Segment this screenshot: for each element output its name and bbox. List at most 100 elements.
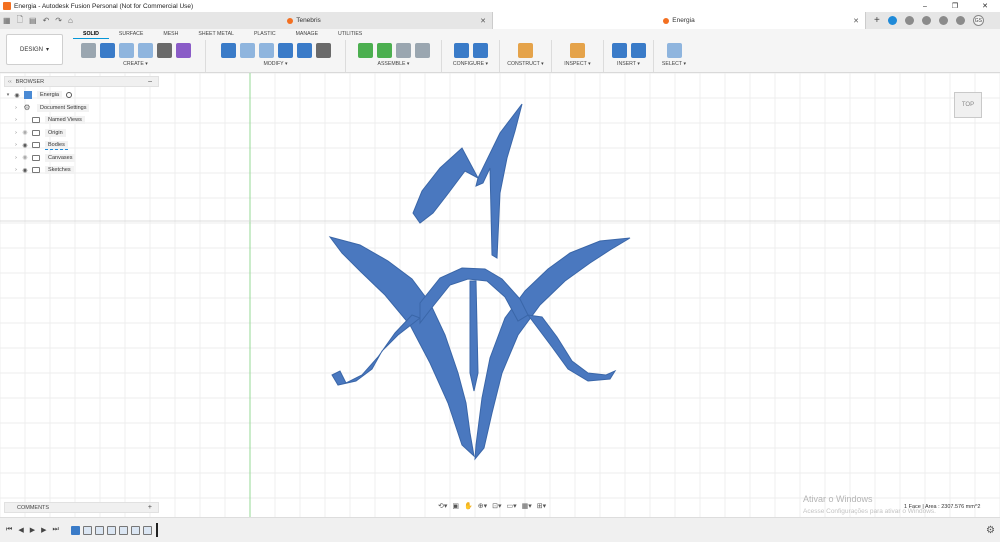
combine-icon[interactable] bbox=[277, 42, 293, 58]
timeline-first-icon[interactable]: ⏮ bbox=[6, 526, 12, 534]
configure-menu[interactable]: CONFIGURE ▾ bbox=[453, 61, 488, 67]
joint-icon[interactable] bbox=[376, 42, 392, 58]
maximize-button[interactable]: ❐ bbox=[940, 0, 970, 12]
zoom-icon[interactable]: ⊕▾ bbox=[478, 502, 487, 510]
browser-item-origin[interactable]: › ◉ Origin bbox=[4, 127, 159, 140]
timeline-feature-extrude[interactable] bbox=[106, 525, 116, 535]
tab-solid[interactable]: SOLID bbox=[73, 30, 109, 39]
eye-hidden-icon[interactable]: ◉ bbox=[20, 129, 30, 136]
timeline-feature-canvas[interactable] bbox=[70, 525, 80, 535]
undo-icon[interactable]: ↶ bbox=[43, 16, 50, 25]
redo-icon[interactable]: ↷ bbox=[55, 16, 62, 25]
insert-menu[interactable]: INSERT ▾ bbox=[617, 61, 640, 67]
parameters-icon[interactable] bbox=[453, 42, 469, 58]
timeline-marker[interactable] bbox=[155, 523, 158, 537]
modify-menu[interactable]: MODIFY ▾ bbox=[263, 61, 287, 67]
press-pull-icon[interactable] bbox=[220, 42, 236, 58]
timeline-prev-icon[interactable]: ◀ bbox=[18, 526, 23, 534]
eye-hidden-icon[interactable]: ◉ bbox=[20, 154, 30, 161]
viewports-icon[interactable]: ⊞▾ bbox=[537, 502, 546, 510]
fit-icon[interactable]: ⊡▾ bbox=[492, 502, 501, 510]
browser-item-named-views[interactable]: › Named Views bbox=[4, 114, 159, 127]
timeline-feature-extrude[interactable] bbox=[118, 525, 128, 535]
expand-icon[interactable]: › bbox=[12, 105, 20, 111]
create-sketch-icon[interactable] bbox=[80, 42, 96, 58]
as-built-joint-icon[interactable] bbox=[395, 42, 411, 58]
fillet-icon[interactable] bbox=[239, 42, 255, 58]
new-component-icon[interactable] bbox=[357, 42, 373, 58]
hole-icon[interactable] bbox=[137, 42, 153, 58]
tab-close-icon[interactable]: ✕ bbox=[853, 17, 859, 25]
timeline-play-icon[interactable]: ▶ bbox=[30, 526, 35, 534]
save-icon[interactable]: ▤ bbox=[29, 16, 37, 25]
display-settings-icon[interactable]: ▭▾ bbox=[507, 502, 517, 510]
timeline-last-icon[interactable]: ⏭ bbox=[52, 526, 58, 534]
expand-icon[interactable]: ▾ bbox=[4, 92, 12, 98]
tab-tenebris[interactable]: Tenebris ✕ bbox=[116, 12, 492, 29]
inspect-menu[interactable]: INSPECT ▾ bbox=[564, 61, 590, 67]
browser-item-sketches[interactable]: › ◉ Sketches bbox=[4, 164, 159, 177]
close-button[interactable]: ✕ bbox=[970, 0, 1000, 12]
pan-icon[interactable]: ✋ bbox=[464, 502, 473, 510]
tab-mesh[interactable]: MESH bbox=[153, 30, 188, 39]
grid-menu-icon[interactable]: ▦ bbox=[3, 16, 11, 25]
measure-icon[interactable] bbox=[570, 42, 585, 58]
expand-icon[interactable]: › bbox=[12, 130, 20, 136]
grid-settings-icon[interactable]: ▦▾ bbox=[522, 502, 532, 510]
move-copy-icon[interactable] bbox=[315, 42, 331, 58]
learning-icon[interactable] bbox=[938, 16, 948, 25]
offset-plane-icon[interactable] bbox=[518, 42, 533, 58]
notifications-icon[interactable] bbox=[921, 16, 931, 25]
expand-icon[interactable]: › bbox=[12, 142, 20, 148]
expand-icon[interactable]: › bbox=[12, 167, 20, 173]
select-menu[interactable]: SELECT ▾ bbox=[662, 61, 686, 67]
create-menu[interactable]: CREATE ▾ bbox=[123, 61, 148, 67]
eye-icon[interactable]: ◉ bbox=[12, 92, 22, 99]
chamfer-icon[interactable] bbox=[258, 42, 274, 58]
joint-origin-icon[interactable] bbox=[414, 42, 430, 58]
insert-derive-icon[interactable] bbox=[611, 42, 627, 58]
tab-energia[interactable]: Energia ✕ bbox=[492, 12, 866, 29]
pattern-icon[interactable] bbox=[156, 42, 172, 58]
extensions-icon[interactable] bbox=[887, 16, 897, 25]
timeline-settings-icon[interactable]: ⚙ bbox=[986, 525, 995, 536]
file-icon[interactable]: 🗋 bbox=[17, 14, 23, 28]
tab-close-icon[interactable]: ✕ bbox=[480, 17, 486, 25]
help-icon[interactable] bbox=[955, 16, 965, 25]
expand-icon[interactable]: › bbox=[12, 155, 20, 161]
timeline-next-icon[interactable]: ▶ bbox=[41, 526, 46, 534]
browser-item-bodies[interactable]: › ◉ Bodies bbox=[4, 139, 159, 152]
browser-collapse-icon[interactable]: – bbox=[148, 78, 152, 85]
viewcube[interactable]: TOP bbox=[954, 92, 982, 118]
tab-utilities[interactable]: UTILITIES bbox=[328, 30, 372, 39]
eye-icon[interactable]: ◉ bbox=[20, 142, 30, 149]
comments-panel-header[interactable]: COMMENTS + bbox=[4, 502, 159, 513]
chevron-left-icon[interactable]: ‹‹ bbox=[8, 79, 12, 85]
user-avatar[interactable]: GS bbox=[972, 15, 984, 26]
browser-root-energia[interactable]: ▾ ◉ Energia bbox=[4, 89, 159, 102]
select-icon[interactable] bbox=[666, 42, 682, 58]
configure-icon[interactable] bbox=[472, 42, 488, 58]
workspace-switcher-button[interactable]: DESIGN ▾ bbox=[6, 34, 63, 65]
tab-plastic[interactable]: PLASTIC bbox=[244, 30, 286, 39]
form-icon[interactable] bbox=[175, 42, 191, 58]
look-at-icon[interactable]: ▣ bbox=[452, 502, 459, 510]
tab-surface[interactable]: SURFACE bbox=[109, 30, 154, 39]
orbit-icon[interactable]: ⟲▾ bbox=[438, 502, 447, 510]
tab-sheet-metal[interactable]: SHEET METAL bbox=[188, 30, 244, 39]
job-status-icon[interactable] bbox=[904, 16, 914, 25]
timeline-feature-extrude[interactable] bbox=[130, 525, 140, 535]
expand-icon[interactable]: › bbox=[12, 117, 20, 123]
timeline-feature-extrude[interactable] bbox=[142, 525, 152, 535]
construct-menu[interactable]: CONSTRUCT ▾ bbox=[507, 61, 544, 67]
timeline-feature-sketch[interactable] bbox=[94, 525, 104, 535]
activate-radio-icon[interactable] bbox=[65, 92, 72, 99]
add-comment-icon[interactable]: + bbox=[148, 504, 152, 511]
browser-item-document-settings[interactable]: › ⚙ Document Settings bbox=[4, 102, 159, 115]
tab-manage[interactable]: MANAGE bbox=[286, 30, 328, 39]
extrude-icon[interactable] bbox=[99, 42, 115, 58]
new-tab-icon[interactable]: + bbox=[874, 15, 880, 26]
minimize-button[interactable]: – bbox=[910, 0, 940, 12]
browser-item-canvases[interactable]: › ◉ Canvases bbox=[4, 152, 159, 165]
browser-panel-header[interactable]: ‹‹ BROWSER – bbox=[4, 76, 159, 87]
